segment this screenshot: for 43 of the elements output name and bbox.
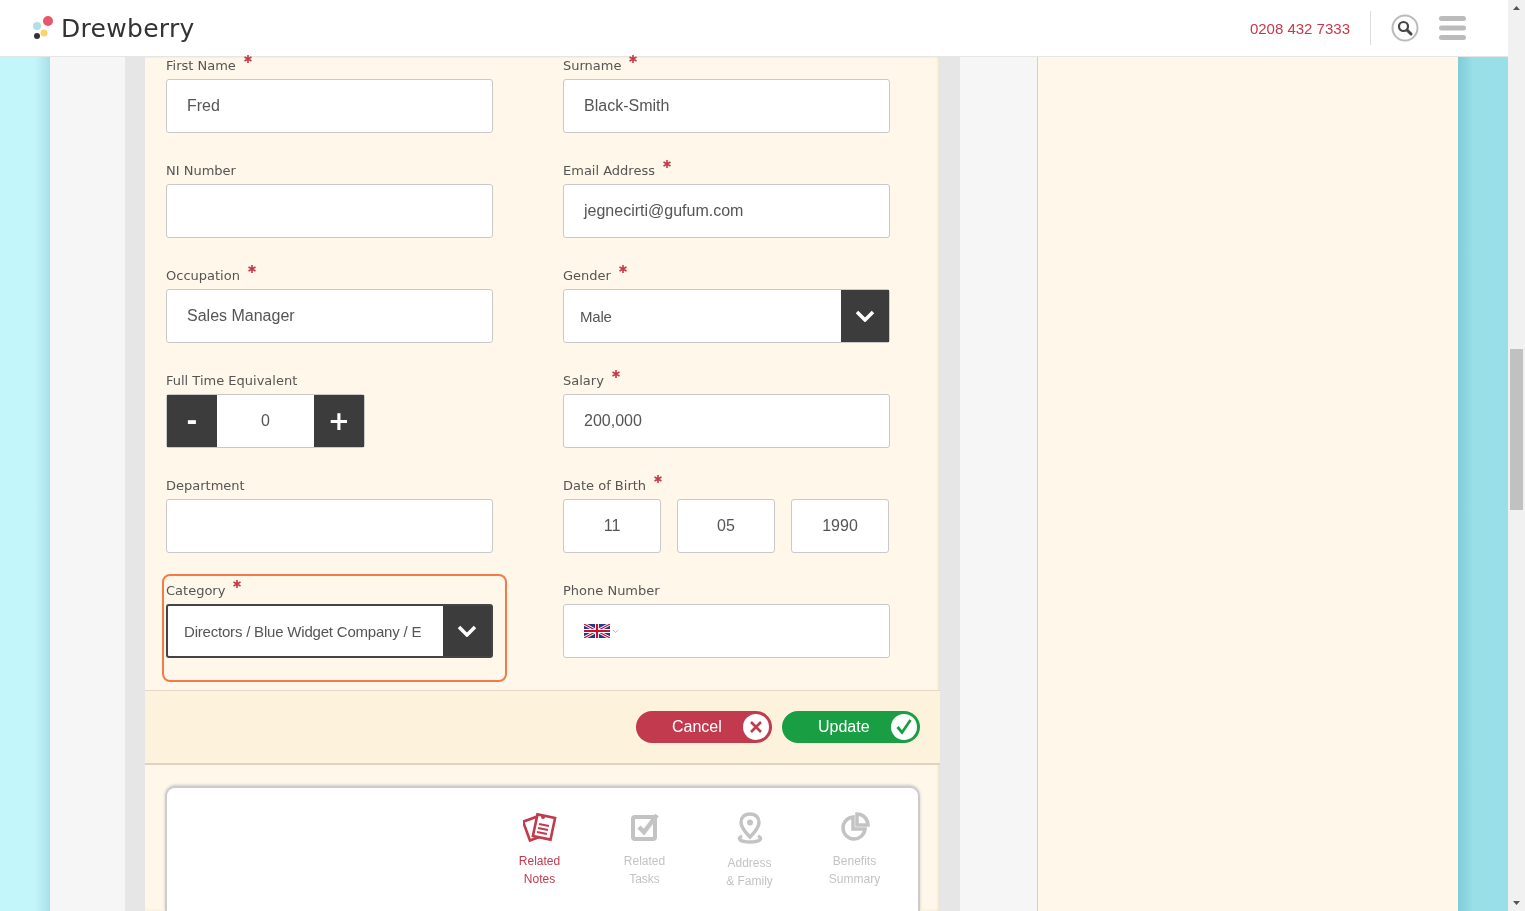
text-field[interactable]: Fred bbox=[166, 79, 493, 133]
flag-icon[interactable] bbox=[584, 624, 620, 638]
location-pin-icon bbox=[735, 812, 764, 844]
field-label: Surname bbox=[563, 57, 622, 75]
field-label: Salary bbox=[563, 372, 604, 390]
select-field[interactable]: Male bbox=[563, 289, 890, 343]
date-field[interactable]: 05 bbox=[677, 499, 775, 553]
chevron-down-icon bbox=[855, 310, 875, 322]
field-label: Phone Number bbox=[563, 582, 660, 600]
menu-icon[interactable] bbox=[1439, 16, 1466, 40]
text-field[interactable] bbox=[166, 184, 493, 238]
phone-link[interactable]: 0208 432 7333 bbox=[1249, 19, 1350, 37]
scrollbar[interactable] bbox=[1508, 0, 1525, 911]
select-field[interactable]: Directors / Blue Widget Company / E bbox=[166, 604, 493, 658]
notes-icon bbox=[522, 812, 557, 842]
field-label: Department bbox=[166, 477, 245, 495]
text-field[interactable]: jegnecirti@gufum.com bbox=[563, 184, 890, 238]
related-tab[interactable]: Related Notes bbox=[487, 812, 592, 890]
close-icon bbox=[743, 714, 769, 740]
date-field[interactable]: 1990 bbox=[791, 499, 889, 553]
pie-chart-icon bbox=[839, 812, 870, 842]
field-label: Category bbox=[166, 582, 226, 600]
checkbox-icon bbox=[629, 812, 660, 842]
field-label: NI Number bbox=[166, 162, 236, 180]
text-field[interactable]: Black-Smith bbox=[563, 79, 890, 133]
field-label: Email Address bbox=[563, 162, 655, 180]
field-label: Date of Birth bbox=[563, 477, 647, 495]
search-icon[interactable] bbox=[1391, 14, 1419, 42]
cancel-button[interactable]: Cancel bbox=[636, 711, 772, 743]
chevron-down-icon bbox=[457, 625, 477, 637]
check-icon bbox=[891, 714, 917, 740]
field-label: Full Time Equivalent bbox=[166, 372, 298, 390]
brand-name: Drewberry bbox=[61, 13, 195, 43]
field-label: Occupation bbox=[166, 267, 240, 285]
text-field[interactable]: 200,000 bbox=[563, 394, 890, 448]
field-label: Gender bbox=[563, 267, 611, 285]
text-field[interactable] bbox=[166, 499, 493, 553]
logo-icon bbox=[32, 15, 56, 41]
phone-field[interactable] bbox=[563, 604, 890, 658]
field-label: First Name bbox=[166, 57, 236, 75]
text-field[interactable]: Sales Manager bbox=[166, 289, 493, 343]
date-field[interactable]: 11 bbox=[563, 499, 661, 553]
scrollbar-thumb[interactable] bbox=[1510, 349, 1523, 510]
